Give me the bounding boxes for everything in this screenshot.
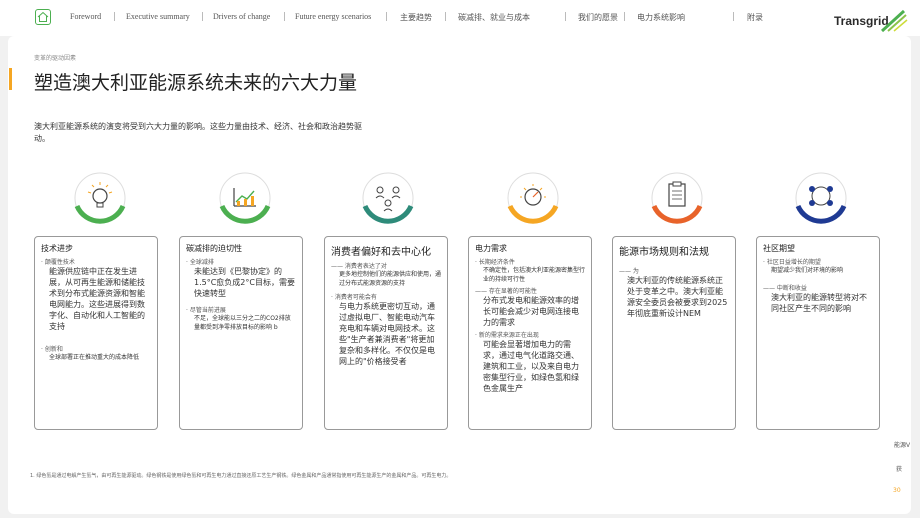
panel-community: 社区期望 · 社区日益增长的期望 期望减少我们对环境的影响 —— 中断和收益 澳… (756, 236, 880, 430)
nav-key-trends[interactable]: 主要趋势 (400, 12, 432, 23)
panel-sub: · 消费者可能会有 (331, 294, 377, 301)
panel-body: 可能会显著增加电力的需求，通过电气化道路交通、建筑和工业，以及来自电力密集型行业… (483, 340, 579, 393)
panel-body: 不确定性，包括澳大利亚能源密集型行业的持续可行性 (483, 267, 586, 283)
clipboard-icon (651, 172, 703, 224)
nav-divider (565, 12, 566, 21)
nav-drivers-of-change[interactable]: Drivers of change (213, 12, 270, 21)
panel-body: 期望减少我们对环境的影响 (771, 267, 844, 274)
panel-body: 全球部署正在推动重大的成本降低 (49, 354, 140, 361)
community-network-icon (795, 172, 847, 224)
nav-divider (114, 12, 115, 21)
panel-heading: 碳减排的迫切性 (186, 244, 242, 253)
nav-divider (386, 12, 387, 21)
panel-sub: —— 中断和收益 (763, 285, 807, 292)
nav-power-system-impacts[interactable]: 电力系统影响 (637, 12, 685, 23)
panel-sub: · 新的需求来源正在出现 (475, 332, 539, 339)
panel-sub: · 颠覆性技术 (41, 259, 75, 266)
intro-paragraph: 澳大利亚能源系统的演变将受到六大力量的影响。这些力量由技术、经济、社会和政治趋势… (34, 122, 362, 143)
home-icon[interactable] (35, 9, 51, 25)
nav-divider (284, 12, 285, 21)
panel-sub: · 全球减排 (186, 259, 214, 266)
panel-heading: 能源市场规则和法规 (619, 247, 709, 258)
top-nav: Foreword Executive summary Drivers of ch… (0, 0, 920, 36)
nav-foreword[interactable]: Foreword (70, 12, 101, 21)
panel-sub: —— 消费者表达了对 (331, 263, 387, 270)
panel-body: 澳大利亚的能源转型将对不同社区产生不同的影响 (771, 293, 867, 313)
nav-appendix[interactable]: 附录 (747, 12, 763, 23)
breadcrumb: 变革的驱动因素 (34, 55, 77, 62)
panel-heading: 消费者偏好和去中心化 (331, 247, 431, 258)
panel-demand: 电力需求 · 长期经济条件 不确定性，包括澳大利亚能源密集型行业的持续可行性 —… (468, 236, 592, 430)
panel-body: 澳大利亚的传统能源系统正处于变革之中。澳大利亚能源安全委员会被要求到2025年彻… (627, 276, 728, 318)
side-label: 获 (896, 466, 903, 473)
panel-heading: 社区期望 (763, 244, 795, 253)
title-accent-bar (9, 68, 12, 90)
nav-divider (445, 12, 446, 21)
nav-executive-summary[interactable]: Executive summary (126, 12, 190, 21)
panel-market-rules: 能源市场规则和法规 —— 为 澳大利亚的传统能源系统正处于变革之中。澳大利亚能源… (612, 236, 736, 430)
panel-sub: —— 为 (619, 268, 639, 275)
panel-decarbonisation: 碳减排的迫切性 · 全球减排 未能达到《巴黎协定》的1.5°C愈负成2°C目标，… (179, 236, 303, 430)
page-number: 30 (893, 487, 901, 494)
panel-body: 与电力系统更密切互动，通过虚拟电厂、智能电动汽车充电和车辆对电网技术。这些"生产… (339, 302, 435, 366)
panel-sub: · 尽管当前进展 (186, 307, 226, 314)
nav-our-vision[interactable]: 我们的愿景 (578, 12, 618, 23)
panel-body: 更多地控制他们的能源供应和使用，通过分布式能源资源的支持 (339, 271, 442, 287)
chart-growth-icon (219, 172, 271, 224)
consumers-icon (362, 172, 414, 224)
page-title: 塑造澳大利亚能源系统未来的六大力量 (34, 72, 358, 94)
nav-divider (733, 12, 734, 21)
footnote: 1. 绿色氢是通过电解产生氢气，由可再生能源驱动。绿色钢铁是使用绿色氢和可再生电… (30, 473, 452, 479)
panel-heading: 电力需求 (475, 244, 507, 253)
nav-divider (202, 12, 203, 21)
panel-body: 不足，全球能以三分之二的CO2排放量都受到净零排放目标的影响 b (194, 315, 291, 331)
panel-sub: · 长期经济条件 (475, 259, 515, 266)
panel-sub: —— 存在显著的可能性 (475, 288, 537, 295)
panel-technology: 技术进步 · 颠覆性技术 能源供应链中正在发生进展，从可再生能源和储能技术到分布… (34, 236, 158, 430)
panel-consumers: 消费者偏好和去中心化 —— 消费者表达了对 更多地控制他们的能源供应和使用，通过… (324, 236, 448, 430)
transgrid-logo-mark-icon (880, 9, 908, 33)
panel-body: 能源供应链中正在发生进展，从可再生能源和储能技术到分布式能源资源和智能电网能力。… (49, 267, 145, 331)
panel-sub: · 创新和 (41, 346, 63, 353)
side-label: 能源V (894, 442, 911, 449)
panel-body: 未能达到《巴黎协定》的1.5°C愈负成2°C目标，需要快速转型 (194, 267, 295, 298)
nav-divider (624, 12, 625, 21)
nav-decarbonisation[interactable]: 碳减排、就业与成本 (458, 12, 530, 23)
panel-sub: · 社区日益增长的期望 (763, 259, 821, 266)
tech-arc-icon (74, 172, 126, 224)
panel-heading: 技术进步 (41, 244, 73, 253)
panel-body: 分布式发电和能源效率的增长可能会减少对电网连接电力的需求 (483, 296, 579, 327)
demand-sun-icon (507, 172, 559, 224)
nav-future-energy-scenarios[interactable]: Future energy scenarios (295, 12, 371, 21)
